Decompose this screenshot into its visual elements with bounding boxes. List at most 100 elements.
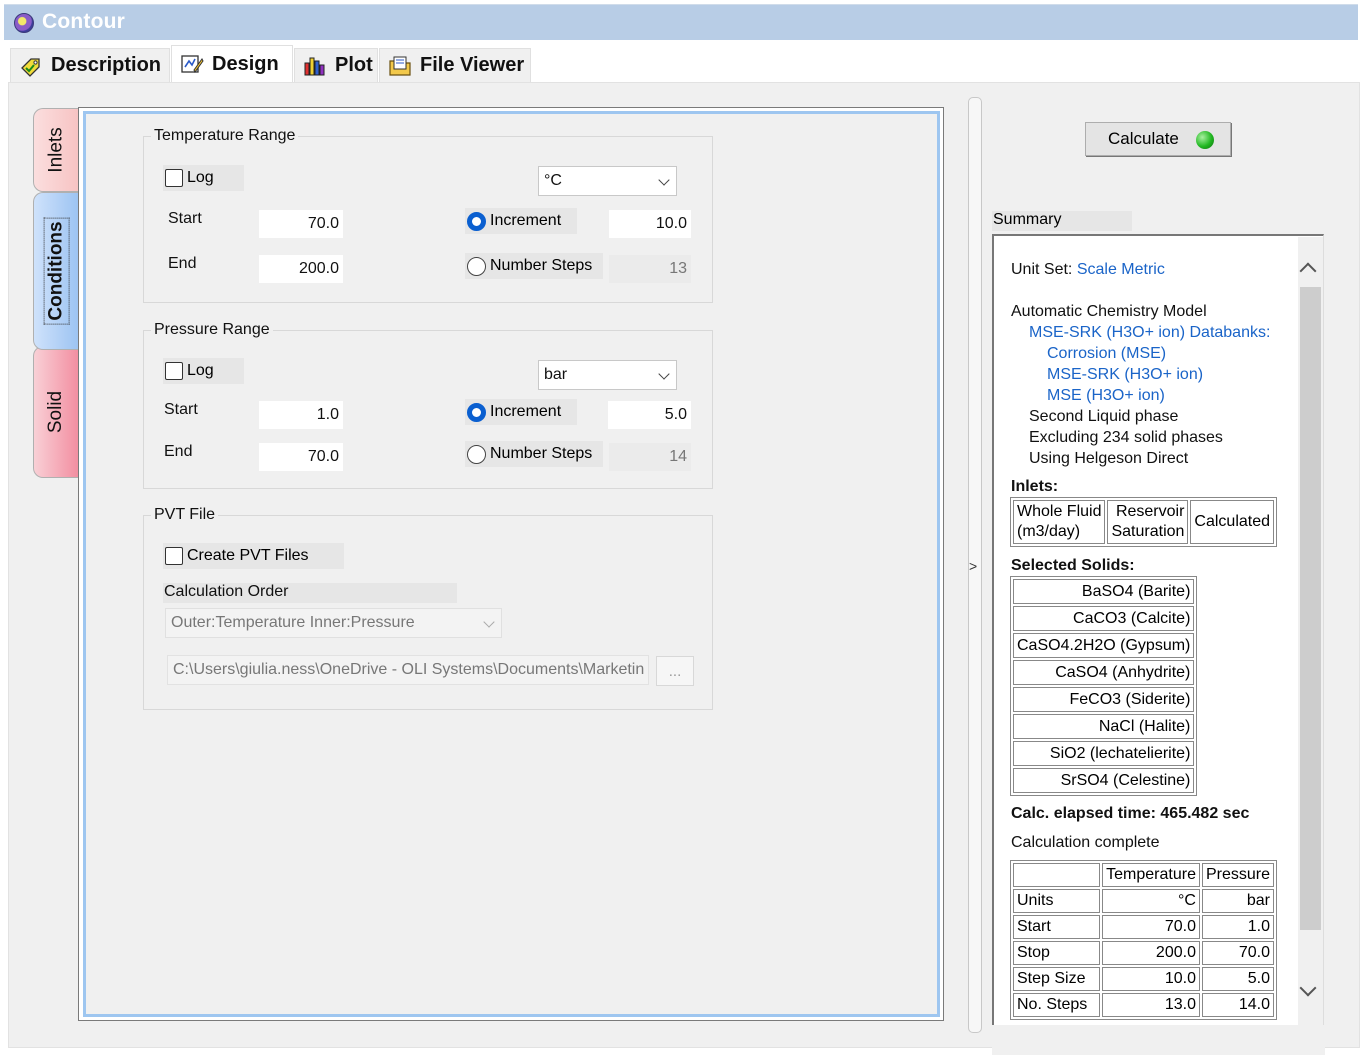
pressure-end-input[interactable]: 70.0 xyxy=(259,443,343,471)
temperature-start-input[interactable]: 70.0 xyxy=(259,210,343,238)
pressure-steps-radio[interactable]: Number Steps xyxy=(465,441,603,467)
unit-set-line: Unit Set: Scale Metric xyxy=(1011,261,1165,279)
model-heading: Automatic Chemistry Model xyxy=(1011,303,1207,320)
table-row: Stop 200.0 70.0 xyxy=(1013,941,1274,965)
file-folder-icon xyxy=(388,55,412,77)
inlets-heading: Inlets: xyxy=(1011,478,1059,495)
tab-design-label: Design xyxy=(212,52,279,75)
pressure-unit-select[interactable]: bar xyxy=(538,360,677,390)
model-option: Using Helgeson Direct xyxy=(1029,450,1189,467)
table-cell: 14.0 xyxy=(1201,993,1274,1017)
table-header-cell: Temperature xyxy=(1102,863,1200,887)
table-cell-line: Whole Fluid xyxy=(1017,503,1102,520)
temperature-steps-radio[interactable]: Number Steps xyxy=(465,253,603,279)
table-cell: CaCO3 (Calcite) xyxy=(1013,606,1195,631)
side-tab-solid[interactable]: Solid xyxy=(33,346,79,478)
create-pvt-checkbox[interactable]: Create PVT Files xyxy=(163,543,344,569)
tab-plot[interactable]: Plot xyxy=(294,48,378,82)
tab-file-viewer-label: File Viewer xyxy=(420,54,525,76)
temperature-steps-input: 13 xyxy=(609,255,691,283)
table-cell: NaCl (Halite) xyxy=(1013,714,1195,739)
pressure-log-box[interactable] xyxy=(165,362,183,380)
table-row: No. Steps 13.0 14.0 xyxy=(1013,993,1274,1017)
pressure-increment-input[interactable]: 5.0 xyxy=(608,401,691,429)
elapsed-time: Calc. elapsed time: 465.482 sec xyxy=(1011,805,1250,822)
table-row: Whole Fluid (m3/day) Reservoir Saturatio… xyxy=(1013,500,1275,544)
table-row: CaSO4.2H2O (Gypsum) xyxy=(1013,633,1195,658)
pressure-steps-radio-dot[interactable] xyxy=(467,444,486,464)
chevron-down-icon xyxy=(658,174,670,186)
model-option: Second Liquid phase xyxy=(1029,408,1179,425)
unit-set-link[interactable]: Scale Metric xyxy=(1077,261,1165,278)
temperature-increment-radio-dot[interactable] xyxy=(467,211,486,231)
chevron-down-icon xyxy=(658,368,670,380)
databank-item[interactable]: Corrosion (MSE) xyxy=(1047,345,1166,363)
table-cell: 70.0 xyxy=(1102,915,1200,939)
side-tab-conditions[interactable]: Conditions xyxy=(33,192,79,350)
solids-heading: Selected Solids: xyxy=(1011,557,1135,574)
unit-set-label: Unit Set: xyxy=(1011,261,1073,278)
table-row: Start 70.0 1.0 xyxy=(1013,915,1274,939)
temperature-log-checkbox[interactable]: Log xyxy=(163,165,244,191)
side-tab-inlets[interactable]: Inlets xyxy=(33,108,79,192)
chevron-right-icon[interactable]: > xyxy=(969,558,977,574)
table-cell-line: Saturation xyxy=(1111,523,1185,540)
table-cell: 10.0 xyxy=(1102,967,1200,991)
summary-clip xyxy=(992,1025,1325,1055)
databank-item[interactable]: MSE (H3O+ ion) xyxy=(1047,387,1165,405)
table-row: FeCO3 (Siderite) xyxy=(1013,687,1195,712)
pressure-start-label: Start xyxy=(164,401,198,418)
table-cell-line: Reservoir xyxy=(1115,503,1185,520)
pvt-path-field: C:\Users\giulia.ness\OneDrive - OLI Syst… xyxy=(167,655,649,685)
temperature-unit-value: °C xyxy=(544,172,562,189)
tab-design[interactable]: Design xyxy=(171,45,293,82)
table-cell: FeCO3 (Siderite) xyxy=(1013,687,1195,712)
pressure-increment-radio-dot[interactable] xyxy=(467,402,486,422)
calculation-order-label: Calculation Order xyxy=(163,583,457,603)
pressure-log-checkbox[interactable]: Log xyxy=(163,358,244,384)
pvt-file-label: PVT File xyxy=(151,506,219,524)
table-cell: bar xyxy=(1201,889,1274,913)
calculate-button-label: Calculate xyxy=(1108,129,1179,148)
summary-scroll-thumb[interactable] xyxy=(1300,287,1321,930)
table-cell: 5.0 xyxy=(1201,967,1274,991)
model-option: Excluding 234 solid phases xyxy=(1029,429,1223,446)
table-cell: SiO2 (lechatelierite) xyxy=(1013,741,1195,766)
tab-description[interactable]: Description xyxy=(10,48,170,82)
side-tab-solid-label: Solid xyxy=(45,390,67,434)
table-cell: Step Size xyxy=(1013,967,1101,991)
tag-check-icon xyxy=(19,55,43,77)
databank-link[interactable]: MSE-SRK (H3O+ ion) Databanks: xyxy=(1029,324,1270,342)
temperature-increment-input[interactable]: 10.0 xyxy=(609,210,691,238)
calculate-button[interactable]: Calculate xyxy=(1085,122,1231,156)
temperature-range-label: Temperature Range xyxy=(151,127,299,145)
table-cell-line: (m3/day) xyxy=(1017,523,1081,540)
pressure-steps-input: 14 xyxy=(609,443,691,471)
temperature-log-box[interactable] xyxy=(165,169,183,187)
temperature-steps-radio-dot[interactable] xyxy=(467,256,486,276)
tab-file-viewer[interactable]: File Viewer xyxy=(379,48,531,82)
pressure-start-input[interactable]: 1.0 xyxy=(259,401,343,429)
temperature-increment-radio[interactable]: Increment xyxy=(465,208,577,234)
calculation-status: Calculation complete xyxy=(1011,834,1160,851)
inlets-table: Whole Fluid (m3/day) Reservoir Saturatio… xyxy=(1010,497,1278,547)
create-pvt-box[interactable] xyxy=(165,547,183,565)
pressure-increment-label: Increment xyxy=(490,403,562,420)
create-pvt-label: Create PVT Files xyxy=(187,547,309,564)
table-cell: SrSO4 (Celestine) xyxy=(1013,768,1195,793)
calculation-order-select: Outer:Temperature Inner:Pressure xyxy=(165,608,502,638)
table-header-cell: Pressure xyxy=(1201,863,1274,887)
table-cell: Calculated xyxy=(1190,500,1275,544)
table-row: Temperature Pressure xyxy=(1013,863,1274,887)
temperature-end-input[interactable]: 200.0 xyxy=(259,255,343,283)
solids-table: BaSO4 (Barite) CaCO3 (Calcite) CaSO4.2H2… xyxy=(1010,576,1198,796)
table-cell: 13.0 xyxy=(1102,993,1200,1017)
pressure-steps-label: Number Steps xyxy=(490,445,593,462)
status-indicator-icon xyxy=(1196,131,1214,149)
table-cell: °C xyxy=(1102,889,1200,913)
table-cell: CaSO4.2H2O (Gypsum) xyxy=(1013,633,1195,658)
pressure-increment-radio[interactable]: Increment xyxy=(465,399,577,425)
temperature-unit-select[interactable]: °C xyxy=(538,166,677,196)
table-row: Units °C bar xyxy=(1013,889,1274,913)
databank-item[interactable]: MSE-SRK (H3O+ ion) xyxy=(1047,366,1203,384)
